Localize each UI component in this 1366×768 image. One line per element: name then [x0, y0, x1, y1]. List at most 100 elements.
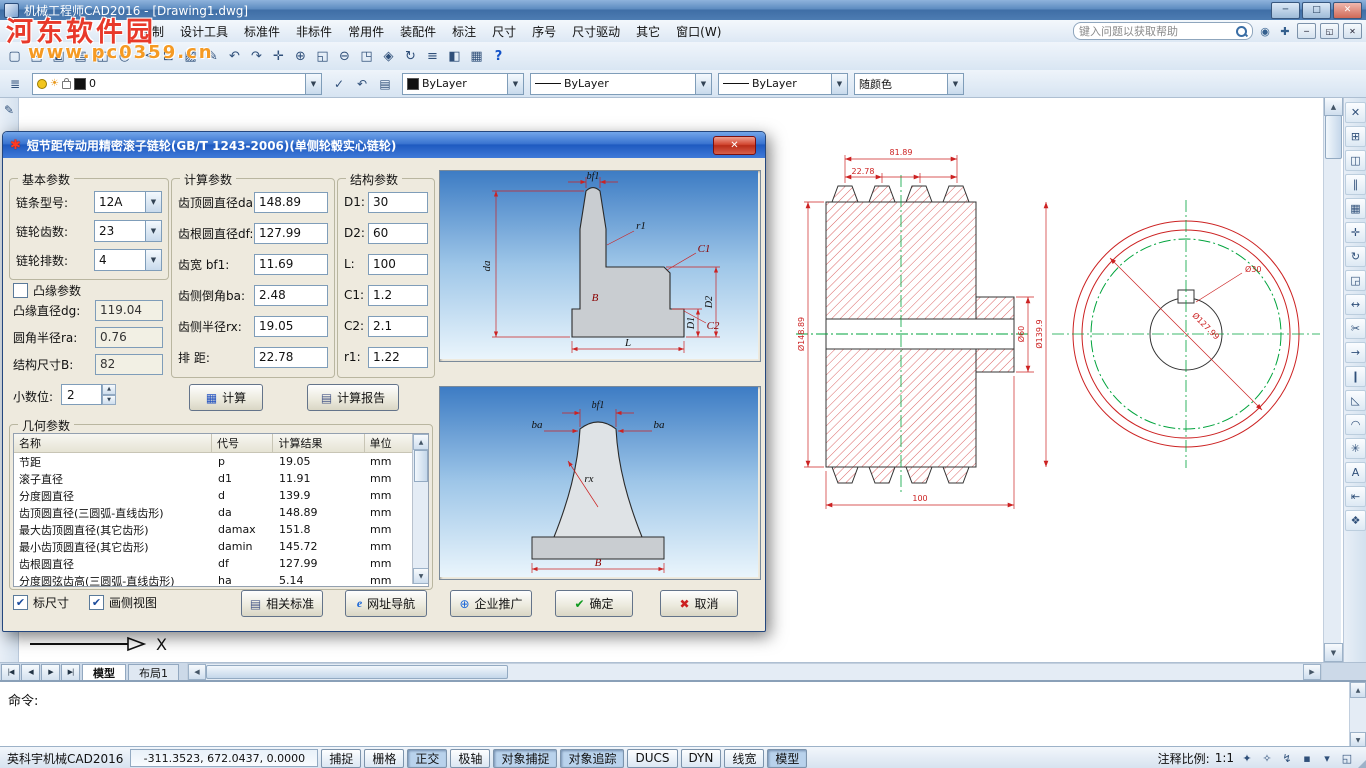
make-object-layer-current-icon[interactable]: ✓	[328, 73, 350, 95]
pan-icon[interactable]: ✛	[268, 45, 289, 67]
chevron-down-icon[interactable]: ▼	[305, 74, 321, 94]
struct-field[interactable]: 1.22	[368, 347, 428, 368]
break-icon[interactable]: ❙	[1345, 366, 1366, 387]
redo-icon[interactable]: ↷	[246, 45, 267, 67]
scroll-up-icon[interactable]: ▲	[1324, 97, 1343, 116]
table-row[interactable]: 滚子直径 d1 11.91 mm	[14, 470, 428, 487]
param-combo[interactable]: 4 ▼	[94, 249, 162, 271]
grid-toggle[interactable]: 栅格	[364, 749, 404, 768]
mdi-minimize-button[interactable]: ─	[1297, 23, 1316, 39]
model-toggle[interactable]: 模型	[767, 749, 807, 768]
calc-field[interactable]: 148.89	[254, 192, 328, 213]
zoom-previous-icon[interactable]: ⊖	[334, 45, 355, 67]
color-control-icon[interactable]: ◧	[444, 45, 465, 67]
horizontal-scrollbar[interactable]: ◀ ▶	[187, 663, 1322, 681]
auto-annotate-icon[interactable]: ↯	[1279, 750, 1295, 766]
table-row[interactable]: 最小齿顶圆直径(其它齿形) damin 145.72 mm	[14, 538, 428, 555]
decimal-stepper[interactable]: 2 ▲ ▼	[61, 384, 116, 405]
calc-field[interactable]: 127.99	[254, 223, 328, 244]
snap-toggle[interactable]: 捕捉	[321, 749, 361, 768]
chevron-down-icon[interactable]: ▼	[145, 221, 161, 241]
flange-field[interactable]: 82	[95, 354, 163, 375]
option-checkbox[interactable]: ✔ 标尺寸	[13, 594, 69, 611]
osnap-toggle[interactable]: 对象捕捉	[493, 749, 557, 768]
flange-checkbox[interactable]: 凸缘参数	[13, 282, 81, 299]
named-views-icon[interactable]: ◈	[378, 45, 399, 67]
calc-field[interactable]: 2.48	[254, 285, 328, 306]
menu-item[interactable]: 窗口(W)	[668, 20, 729, 43]
calc-field[interactable]: 19.05	[254, 316, 328, 337]
tab-nav-button[interactable]: ▶	[41, 664, 60, 681]
search-icon[interactable]	[1236, 26, 1247, 37]
struct-field[interactable]: 100	[368, 254, 428, 275]
layer-properties-icon[interactable]: ≣	[4, 73, 26, 95]
chevron-down-icon[interactable]: ▼	[831, 74, 847, 94]
mdi-close-button[interactable]: ✕	[1343, 23, 1362, 39]
param-combo[interactable]: 23 ▼	[94, 220, 162, 242]
command-prompt[interactable]: 命令:	[8, 690, 38, 709]
text-icon[interactable]: A	[1345, 462, 1366, 483]
menu-item[interactable]: 常用件	[340, 20, 392, 43]
cancel-button[interactable]: ✖ 取消	[660, 590, 738, 617]
command-window[interactable]: 命令: ▲ ▼	[0, 680, 1366, 748]
calc-report-button[interactable]: ▤ 计算报告	[307, 384, 399, 411]
move-icon[interactable]: ✛	[1345, 222, 1366, 243]
table-row[interactable]: 齿顶圆直径(三圆弧-直线齿形) da 148.89 mm	[14, 504, 428, 521]
table-row[interactable]: 节距 p 19.05 mm	[14, 453, 428, 470]
stretch-icon[interactable]: ↔	[1345, 294, 1366, 315]
chevron-down-icon[interactable]: ▼	[507, 74, 523, 94]
dialog-close-button[interactable]: ✕	[713, 136, 756, 155]
spin-down-icon[interactable]: ▼	[102, 395, 116, 406]
rotate-icon[interactable]: ↻	[1345, 246, 1366, 267]
table-scroll-thumb[interactable]	[414, 450, 428, 482]
scroll-up-icon[interactable]: ▲	[413, 434, 429, 450]
table-scrollbar[interactable]: ▲ ▼	[412, 434, 428, 584]
menu-item[interactable]: 序号	[524, 20, 564, 43]
menu-item[interactable]: 装配件	[392, 20, 444, 43]
scale-icon[interactable]: ◲	[1345, 270, 1366, 291]
table-row[interactable]: 分度圆直径 d 139.9 mm	[14, 487, 428, 504]
ortho-toggle[interactable]: 正交	[407, 749, 447, 768]
flange-field[interactable]: 0.76	[95, 327, 163, 348]
checkbox-icon[interactable]: ✔	[89, 595, 104, 610]
mirror-icon[interactable]: ◫	[1345, 150, 1366, 171]
menu-item[interactable]: 标注	[444, 20, 484, 43]
array-icon[interactable]: ▦	[1345, 198, 1366, 219]
menu-item[interactable]: 标准件	[236, 20, 288, 43]
annotation-scale-icon[interactable]: ✦	[1239, 750, 1255, 766]
zoom-realtime-icon[interactable]: ⊕	[290, 45, 311, 67]
vertical-scroll-thumb[interactable]	[1325, 115, 1342, 159]
calculate-button[interactable]: ▦ 计算	[189, 384, 263, 411]
erase-icon[interactable]: ✕	[1345, 102, 1366, 123]
explode-icon[interactable]: ✳	[1345, 438, 1366, 459]
chevron-down-icon[interactable]: ▼	[695, 74, 711, 94]
status-menu-icon[interactable]: ▾	[1319, 750, 1335, 766]
menu-item[interactable]: 尺寸驱动	[564, 20, 628, 43]
ok-button[interactable]: ✔ 确定	[555, 590, 633, 617]
enterprise-promo-button[interactable]: ⊕ 企业推广	[450, 590, 532, 617]
fillet-icon[interactable]: ◠	[1345, 414, 1366, 435]
toolbar-lock-icon[interactable]: ▪	[1299, 750, 1315, 766]
struct-field[interactable]: 60	[368, 223, 428, 244]
tab-nav-button[interactable]: ▶|	[61, 664, 80, 681]
struct-field[interactable]: 30	[368, 192, 428, 213]
table-row[interactable]: 齿根圆直径 df 127.99 mm	[14, 555, 428, 572]
calculator-icon[interactable]: ▦	[466, 45, 487, 67]
option-checkbox[interactable]: ✔ 画侧视图	[89, 594, 157, 611]
table-row[interactable]: 最大齿顶圆直径(其它齿形) damax 151.8 mm	[14, 521, 428, 538]
command-scrollbar[interactable]: ▲ ▼	[1349, 682, 1366, 748]
chevron-down-icon[interactable]: ▼	[947, 74, 963, 94]
pin-icon[interactable]: ✚	[1277, 23, 1293, 39]
spin-up-icon[interactable]: ▲	[102, 384, 116, 395]
chevron-down-icon[interactable]: ▼	[145, 192, 161, 212]
menu-item[interactable]: 尺寸	[484, 20, 524, 43]
coordinates-readout[interactable]: -311.3523, 672.0437, 0.0000	[130, 749, 318, 767]
zoom-extents-icon[interactable]: ◳	[356, 45, 377, 67]
menu-item[interactable]: 设计工具	[172, 20, 236, 43]
tab-nav-button[interactable]: |◀	[1, 664, 20, 681]
mdi-restore-button[interactable]: ◱	[1320, 23, 1339, 39]
copy-object-icon[interactable]: ⊞	[1345, 126, 1366, 147]
layer-states-icon[interactable]: ▤	[374, 73, 396, 95]
scroll-up-icon[interactable]: ▲	[1350, 682, 1366, 698]
undo-icon[interactable]: ↶	[224, 45, 245, 67]
